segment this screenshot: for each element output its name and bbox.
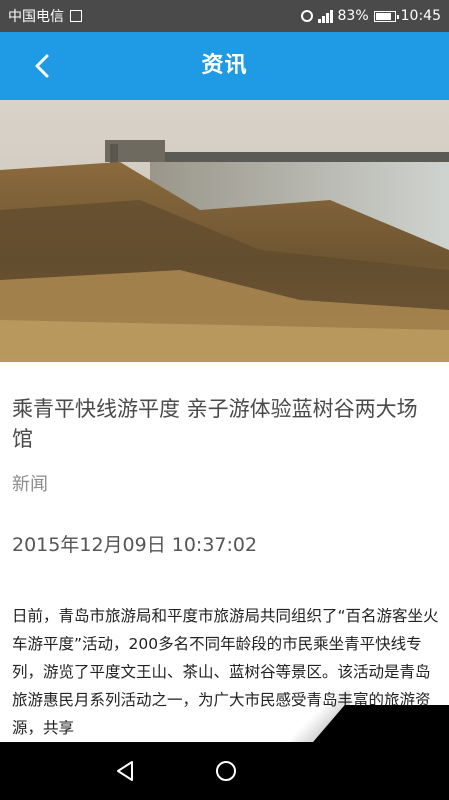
status-right: 83% 10:45 <box>300 8 441 24</box>
hero-image <box>0 100 449 362</box>
signal-icon <box>317 9 333 23</box>
sim-icon <box>70 10 82 22</box>
status-left: 中国电信 <box>8 6 82 26</box>
carrier-label: 中国电信 <box>8 9 64 25</box>
nav-home-icon[interactable] <box>212 757 240 785</box>
clock: 10:45 <box>400 8 441 24</box>
nav-bar <box>0 742 449 800</box>
page-title: 资讯 <box>201 53 248 78</box>
nav-back-icon[interactable] <box>112 757 140 785</box>
status-bar: 中国电信 83% 10:45 <box>0 0 449 32</box>
article-date: 2015年12月09日 10:37:02 <box>12 534 258 556</box>
landscape-photo <box>0 100 449 362</box>
alarm-icon <box>300 10 313 22</box>
article-title: 乘青平快线游平度 亲子游体验蓝树谷两大场馆 <box>12 397 418 451</box>
article-category: 新闻 <box>12 474 48 495</box>
battery-percent: 83% <box>337 8 369 24</box>
app-bar: 资讯 <box>0 32 449 100</box>
battery-icon <box>373 10 399 22</box>
